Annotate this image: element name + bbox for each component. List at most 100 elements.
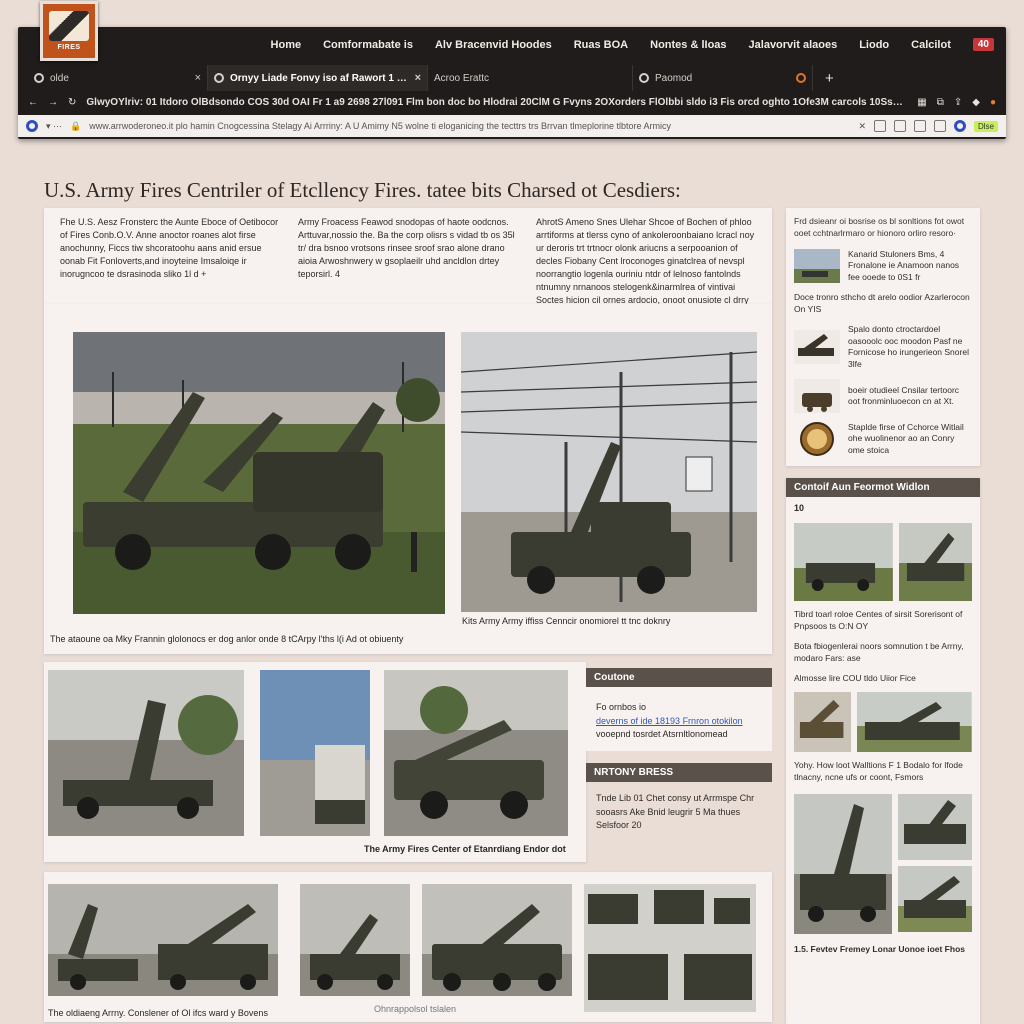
section-header: Contoif Aun Feormot Widlon xyxy=(786,478,980,497)
profile-icon[interactable]: ● xyxy=(990,97,996,108)
artillery-emblem-icon xyxy=(49,11,89,41)
browser-tab-4[interactable]: Paomod xyxy=(633,65,813,91)
intro-text: Fhe U.S. Aesz Fronsterc the Aunte Eboce … xyxy=(44,208,772,318)
dropdown-icon[interactable]: ▾ ⋯ xyxy=(46,121,62,132)
nav-link-3[interactable]: Alv Bracenvid Hoodes xyxy=(435,39,552,51)
sidebar-text: Yohy. How loot Walltions F 1 Bodalo for … xyxy=(794,760,963,783)
sidebar-photo-3[interactable] xyxy=(794,692,852,753)
photo-caption-1: The ataoune oa Mky Frannin glolonocs er … xyxy=(50,634,404,644)
sidebar-top: Frd dsieanr oi bosrise os bl sonltions f… xyxy=(786,208,980,466)
contone-link[interactable]: deverns of ide 18193 Frnron otokilon xyxy=(596,715,762,729)
new-tab-icon[interactable]: + xyxy=(813,65,846,91)
sidebar-item-text: boeir otudieel Cnsilar tertoorc oot fron… xyxy=(848,384,960,406)
site-info-icon[interactable] xyxy=(26,120,38,132)
section-header: NRTONY BRESS xyxy=(586,763,772,782)
sidebar-thumbnail xyxy=(794,379,840,413)
sidebar-photo-7[interactable] xyxy=(898,866,972,933)
close-icon[interactable]: × xyxy=(415,72,421,84)
nav-link-home[interactable]: Home xyxy=(271,39,302,51)
artillery-photo-large[interactable] xyxy=(73,332,445,614)
browser-tab-1[interactable]: olde × xyxy=(28,65,208,91)
tab-label: Ornyy Liade Fonvy iso af Rawort 1 tloe8 … xyxy=(230,72,409,84)
top-navigation: Home Comformabate is Alv Bracenvid Hoode… xyxy=(271,38,994,51)
sidebar-photo-1[interactable] xyxy=(794,523,893,601)
sidebar-photo-2[interactable] xyxy=(898,523,972,601)
tab-label: Acroo Erattc xyxy=(434,72,490,84)
tab-label: olde xyxy=(50,72,69,84)
photo-gallery-bottom: The oldiaeng Arrny. Conslener of Ol ifcs… xyxy=(44,872,772,1022)
fires-seal-icon xyxy=(794,422,840,457)
lock-icon: 🔒 xyxy=(70,120,82,131)
gallery-photo-1[interactable] xyxy=(48,670,244,836)
contone-line: vooepnd tosrdet Atsrnltlonomead xyxy=(596,729,728,739)
recording-icon[interactable] xyxy=(796,73,806,83)
settings-icon[interactable]: ◆ xyxy=(972,97,980,108)
sidebar-item[interactable]: Spalo donto ctroctardoel oasooolc ooc mo… xyxy=(794,324,972,370)
gallery-photo-5[interactable] xyxy=(300,884,410,996)
nav-link-6[interactable]: Jalavorvit alaoes xyxy=(749,39,838,51)
nav-link-2[interactable]: Comformabate is xyxy=(323,39,413,51)
intro-paragraph-2: Army Froacess Feawod snodopas of haote o… xyxy=(298,217,515,280)
window-title: GlwyOYlriv: 01 Itdoro OlBdsondo COS 30d … xyxy=(86,96,908,108)
logo-text: FIRES xyxy=(57,44,81,51)
gallery-caption: The Army Fires Center of Etanrdiang Endo… xyxy=(364,844,566,854)
nav-link-5[interactable]: Nontes & lIoas xyxy=(650,39,726,51)
sidebar-bottom: Contoif Aun Feormot Widlon 10 Tibrd toar… xyxy=(786,478,980,1024)
photo-gallery-mid: The Army Fires Center of Etanrdiang Endo… xyxy=(44,662,586,862)
gallery-photo-4[interactable] xyxy=(48,884,278,996)
artillery-photo-street[interactable] xyxy=(461,332,757,612)
gallery-photo-6[interactable] xyxy=(422,884,572,996)
sidebar-item[interactable]: Staplde firse of Cchorce Witlail ohe wuo… xyxy=(794,422,972,457)
sidebar-thumbnail xyxy=(794,330,840,365)
nav-link-4[interactable]: Ruas BOA xyxy=(574,39,628,51)
sidebar-photo-5[interactable] xyxy=(794,794,892,935)
reload-icon[interactable]: ↻ xyxy=(68,97,76,108)
sidebar-text: Bota fbiogenlerai noors somnution t be A… xyxy=(794,640,964,663)
bookmark-icon[interactable]: ▦ xyxy=(917,97,926,108)
account-icon[interactable] xyxy=(953,120,966,132)
gallery-photo-7[interactable] xyxy=(584,884,756,1012)
gallery-photo-2[interactable] xyxy=(260,670,370,836)
sidebar-text: Tibrd toarl roloe Centes of sirsit Sorer… xyxy=(794,609,963,631)
sidebar-item-text: Spalo donto ctroctardoel oasooolc ooc mo… xyxy=(848,324,969,369)
sidebar-photo-row xyxy=(786,788,980,940)
sidebar-item[interactable]: boeir otudieel Cnsilar tertoorc oot fron… xyxy=(794,379,972,413)
download-icon[interactable] xyxy=(913,120,926,132)
close-icon[interactable]: × xyxy=(195,72,201,84)
sidebar-photo-row xyxy=(786,688,980,756)
image-icon[interactable] xyxy=(933,120,946,132)
sidebar-item-text: Kanarid Stuloners Bms, 4 Fronalone ie An… xyxy=(848,248,960,282)
close-icon[interactable]: ✕ xyxy=(858,121,866,132)
tab-favicon-icon xyxy=(34,73,44,83)
press-text: Tnde Lib 01 Chet consy ut Arrmspe Chr so… xyxy=(596,793,755,830)
address-bar[interactable]: ▾ ⋯ 🔒 www.arrwoderoneo.it plo hamin Cnog… xyxy=(18,115,1006,137)
reader-icon[interactable] xyxy=(873,120,886,132)
sidebar-photo-4[interactable] xyxy=(857,692,972,753)
navigation-row: ← → ↻ GlwyOYlriv: 01 Itdoro OlBdsondo CO… xyxy=(18,91,1006,113)
site-logo[interactable]: FIRES xyxy=(40,1,98,61)
photo-caption-2: Kits Army Army iffiss Cenncir onomiorel … xyxy=(462,616,671,626)
browser-tab-3[interactable]: Acroo Erattc xyxy=(428,65,633,91)
sidebar-item[interactable]: Doce tronro sthcho dt arelo oodior Azarl… xyxy=(794,292,972,315)
nav-link-8[interactable]: Calcilot xyxy=(911,39,951,51)
sidebar-thumbnail xyxy=(794,248,840,283)
sidebar-photo-6[interactable] xyxy=(898,794,972,861)
url-text[interactable]: www.arrwoderoneo.it plo hamin Cnogcessin… xyxy=(89,121,850,131)
contone-box: Fo ornbos io deverns of ide 18193 Frnron… xyxy=(586,687,772,751)
sidebar-item[interactable]: Kanarid Stuloners Bms, 4 Fronalone ie An… xyxy=(794,249,972,283)
feature-photos: The ataoune oa Mky Frannin glolonocs er … xyxy=(44,304,772,654)
gallery-photo-3[interactable] xyxy=(384,670,568,836)
extensions-icon[interactable]: ⧉ xyxy=(937,97,944,108)
browser-tab-2[interactable]: Ornyy Liade Fonvy iso af Rawort 1 tloe8 … xyxy=(208,65,428,91)
notification-badge[interactable]: 40 xyxy=(972,38,994,51)
nav-link-7[interactable]: Liodo xyxy=(859,39,889,51)
screenshot-icon[interactable] xyxy=(893,120,906,132)
status-pill[interactable]: Dlse xyxy=(973,120,998,132)
sidebar-lead: Frd dsieanr oi bosrise os bl sonltions f… xyxy=(794,216,965,238)
back-arrow-icon[interactable]: ← xyxy=(28,97,38,108)
share-icon[interactable]: ⇪ xyxy=(954,97,962,108)
tab-strip: olde × Ornyy Liade Fonvy iso af Rawort 1… xyxy=(18,65,1006,91)
forward-arrow-icon[interactable]: → xyxy=(48,97,58,108)
browser-window: FIRES Home Comformabate is Alv Bracenvid… xyxy=(18,1,1006,139)
tab-label: Paomod xyxy=(655,72,693,84)
